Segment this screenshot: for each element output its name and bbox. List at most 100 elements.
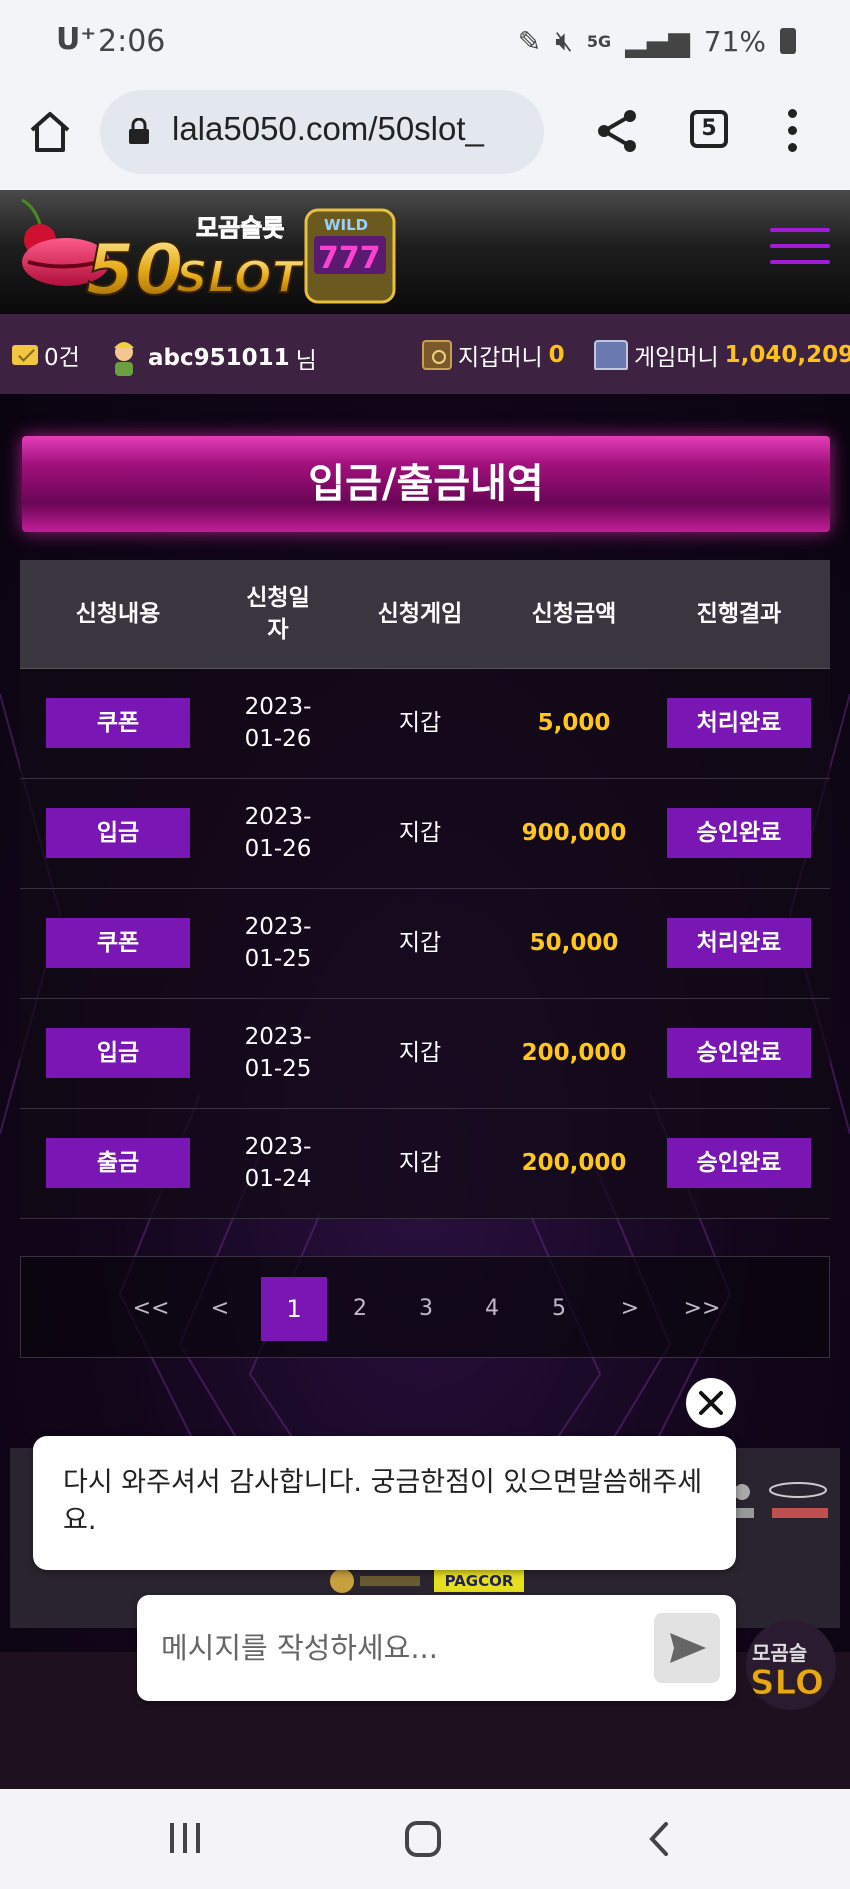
main-content: 입금/출금내역 신청내용 신청일 자 신청게임 신청금액 진행결과 쿠폰 202…	[0, 394, 850, 1789]
tab-switcher-button[interactable]: 5	[690, 110, 728, 148]
safe-icon	[422, 340, 452, 370]
date-monthday: 01-26	[244, 726, 312, 752]
page-prev-button[interactable]: <	[187, 1277, 253, 1341]
chat-message-input[interactable]	[161, 1623, 631, 1673]
pagcor-logo: PAGCOR	[434, 1570, 524, 1592]
chat-launcher-button[interactable]: 모곰슬 SLO	[746, 1620, 836, 1710]
envelope-icon	[12, 345, 38, 365]
site-header: 50 SLOT 모곰슬롯 777 WILD	[0, 190, 850, 314]
status-badge: 승인완료	[667, 808, 811, 858]
send-button[interactable]	[654, 1613, 720, 1683]
amount-value: 200,000	[521, 1150, 627, 1176]
table-row: 입금 2023- 01-25 지갑 200,000 승인완료	[20, 998, 830, 1109]
table-row: 쿠폰 2023- 01-25 지갑 50,000 처리완료	[20, 888, 830, 999]
page-next-button[interactable]: >	[597, 1277, 663, 1341]
username-suffix: 님	[295, 348, 317, 374]
svg-text:SLO: SLO	[750, 1663, 824, 1703]
header-result: 진행결과	[648, 560, 830, 669]
date-year: 2023-	[244, 694, 312, 720]
page-title: 입금/출금내역	[308, 461, 544, 507]
message-count: 0건	[44, 345, 80, 371]
lock-icon	[129, 118, 149, 144]
type-badge: 입금	[46, 1028, 190, 1078]
share-icon[interactable]	[594, 108, 640, 154]
svg-text:SLOT: SLOT	[176, 252, 305, 303]
home-icon[interactable]	[26, 108, 74, 156]
page-4-button[interactable]: 4	[459, 1277, 525, 1341]
header-request-game: 신청게임	[340, 560, 500, 669]
site-mascot-icon: 모곰슬 SLO	[750, 1641, 825, 1704]
page-3-button[interactable]: 3	[393, 1277, 459, 1341]
date-monthday: 01-25	[244, 946, 312, 972]
date-year: 2023-	[244, 914, 312, 940]
svg-text:모곰슬: 모곰슬	[752, 1641, 807, 1665]
type-badge: 출금	[46, 1138, 190, 1188]
game-money-label: 게임머니	[634, 345, 719, 371]
page-last-button[interactable]: >>	[669, 1277, 735, 1341]
amount-value: 50,000	[529, 930, 619, 956]
avatar	[114, 342, 134, 376]
home-nav-icon[interactable]	[405, 1821, 441, 1857]
hamburger-menu-icon[interactable]	[770, 228, 830, 268]
treasure-chest-icon	[594, 340, 628, 370]
svg-text:모곰슬롯: 모곰슬롯	[196, 214, 284, 242]
svg-text:WILD: WILD	[324, 216, 368, 234]
date-cell: 2023- 01-24	[216, 1108, 340, 1219]
type-badge: 쿠폰	[46, 698, 190, 748]
back-icon[interactable]	[648, 1821, 670, 1857]
date-cell: 2023- 01-26	[216, 668, 340, 779]
page-title-banner: 입금/출금내역	[22, 436, 830, 532]
clock: 2:06	[98, 24, 166, 59]
amount-value: 200,000	[521, 1040, 627, 1066]
mute-icon: 🔇︎	[555, 24, 573, 57]
type-badge: 입금	[46, 808, 190, 858]
date-year: 2023-	[244, 1024, 312, 1050]
transaction-history-table: 신청내용 신청일 자 신청게임 신청금액 진행결과 쿠폰 2023- 01-26 …	[20, 560, 830, 1219]
site-logo[interactable]: 50 SLOT 모곰슬롯 777 WILD	[14, 196, 404, 308]
game-money: 게임머니 1,040,209	[594, 338, 850, 372]
table-row: 입금 2023- 01-26 지갑 900,000 승인완료	[20, 778, 830, 889]
date-cell: 2023- 01-25	[216, 998, 340, 1109]
system-navigation-bar	[0, 1789, 850, 1889]
header-request-date: 신청일 자	[216, 560, 340, 669]
header-request-amount: 신청금액	[500, 560, 648, 669]
chat-input-box	[137, 1595, 736, 1701]
status-badge: 처리완료	[667, 918, 811, 968]
date-year: 2023-	[244, 804, 312, 830]
pen-icon: ✎	[517, 24, 542, 58]
svg-text:50: 50	[86, 229, 183, 308]
page-5-button[interactable]: 5	[526, 1277, 592, 1341]
chat-close-button[interactable]	[686, 1378, 736, 1428]
date-monthday: 01-25	[244, 1056, 312, 1082]
more-options-icon[interactable]	[784, 106, 800, 156]
chat-message: 다시 와주셔서 감사합니다. 궁금한점이 있으면말씀해주세요.	[33, 1436, 736, 1570]
send-icon	[670, 1633, 706, 1663]
header-date-line1: 신청일	[246, 584, 310, 611]
amount-value: 900,000	[521, 820, 627, 846]
game-money-value: 1,040,209	[724, 342, 850, 368]
pagination: << < 1 2 3 4 5 > >>	[20, 1256, 830, 1358]
table-row: 쿠폰 2023- 01-26 지갑 5,000 처리완료	[20, 668, 830, 779]
messages-link[interactable]: 0건	[12, 338, 80, 372]
user-profile-link[interactable]: abc951011 님	[106, 338, 317, 378]
signal-icon: ▂▄▆	[625, 24, 690, 58]
status-badge: 처리완료	[667, 698, 811, 748]
battery-icon	[780, 28, 796, 54]
page-first-button[interactable]: <<	[118, 1277, 184, 1341]
status-badge: 승인완료	[667, 1138, 811, 1188]
game-cell: 지갑	[340, 668, 500, 779]
address-bar[interactable]: lala5050.com/50slot_	[100, 90, 544, 174]
wallet-value: 0	[548, 342, 565, 368]
url-text: lala5050.com/50slot_	[172, 110, 484, 147]
wallet-money: 지갑머니 0	[422, 338, 565, 372]
page-2-button[interactable]: 2	[327, 1277, 393, 1341]
page-1-button[interactable]: 1	[261, 1277, 327, 1341]
game-cell: 지갑	[340, 778, 500, 889]
status-icons: ✎ 🔇︎ 5G ▂▄▆ 71%	[518, 24, 796, 58]
status-badge: 승인완료	[667, 1028, 811, 1078]
type-badge: 쿠폰	[46, 918, 190, 968]
carrier-label: U⁺	[56, 22, 97, 57]
recent-apps-icon[interactable]	[168, 1823, 202, 1853]
table-row: 출금 2023- 01-24 지갑 200,000 승인완료	[20, 1108, 830, 1219]
header-request-type: 신청내용	[20, 560, 216, 669]
